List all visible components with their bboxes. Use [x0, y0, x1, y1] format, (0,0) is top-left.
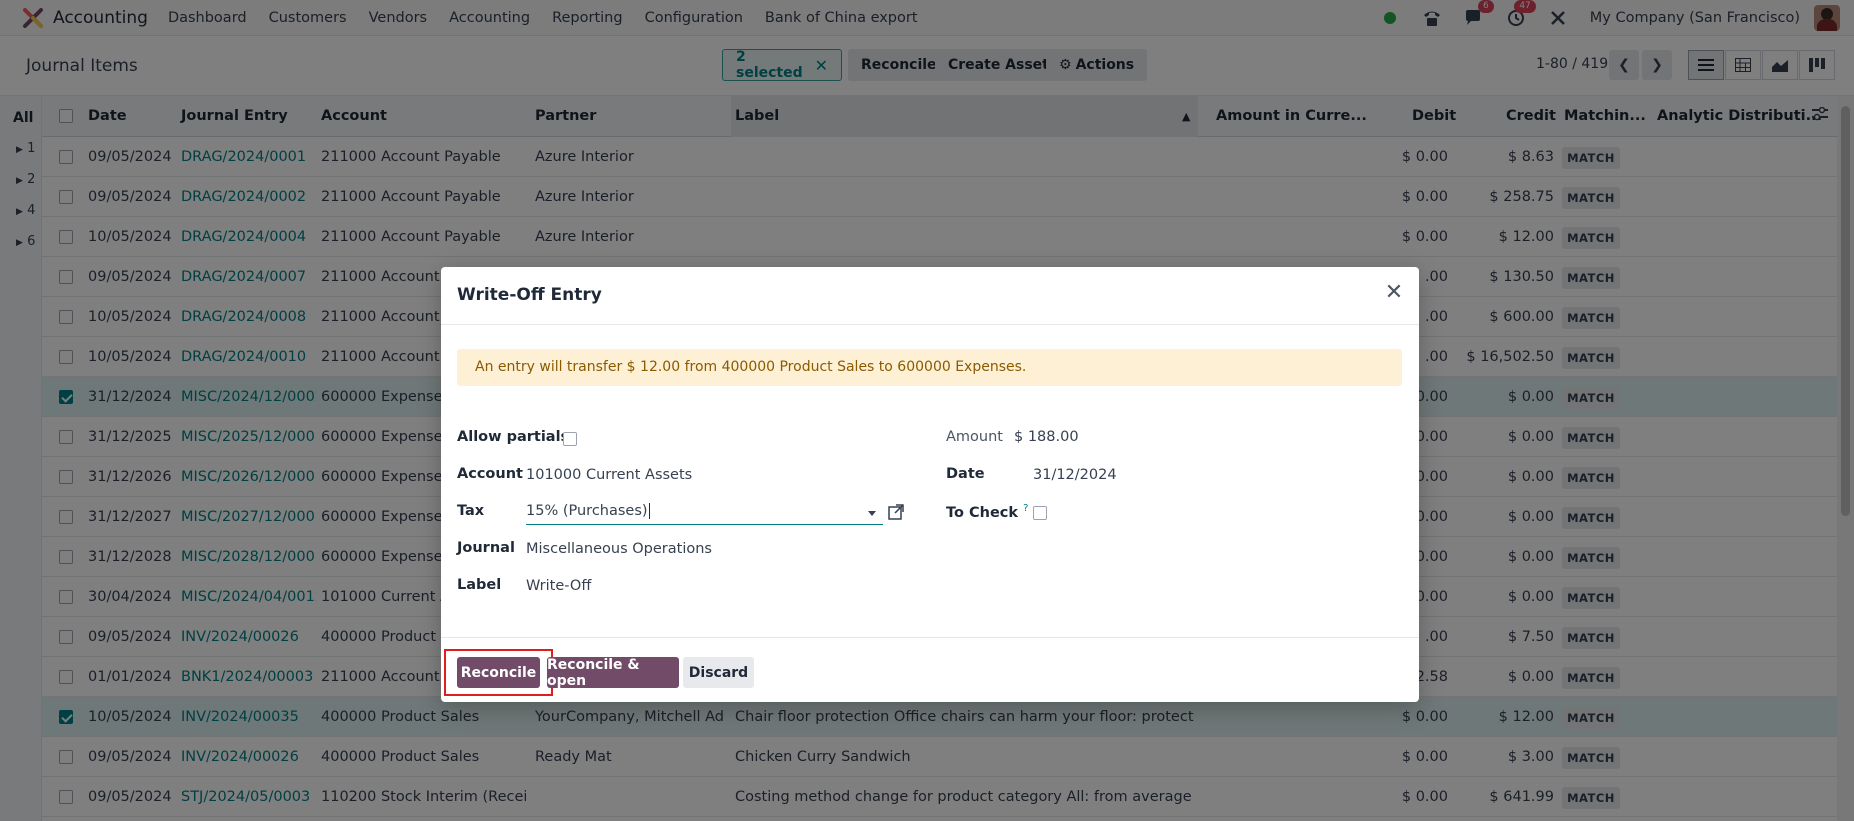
label-label: Label	[457, 577, 502, 593]
journal-label: Journal	[457, 540, 515, 556]
tax-value: 15% (Purchases)	[526, 503, 648, 519]
allow-partials-label: Allow partials	[457, 429, 570, 445]
discard-button[interactable]: Discard	[683, 657, 754, 688]
label-field[interactable]: Write-Off	[526, 578, 591, 594]
to-check-label: To Check ?	[946, 503, 1028, 521]
date-label: Date	[946, 466, 985, 482]
external-link-icon[interactable]	[888, 504, 904, 520]
allow-partials-checkbox[interactable]	[563, 432, 577, 446]
dialog-header: Write-Off Entry ✕	[441, 267, 1419, 325]
account-label: Account	[457, 466, 523, 482]
to-check-label-text: To Check	[946, 504, 1019, 521]
tax-field[interactable]: 15% (Purchases)	[526, 503, 883, 525]
journal-field[interactable]: Miscellaneous Operations	[526, 541, 712, 557]
date-field[interactable]: 31/12/2024	[1033, 467, 1117, 483]
dropdown-caret-icon[interactable]	[868, 511, 876, 516]
dialog-title: Write-Off Entry	[457, 285, 602, 305]
reconcile-and-open-button[interactable]: Reconcile & open	[547, 657, 679, 689]
account-field[interactable]: 101000 Current Assets	[526, 467, 692, 483]
amount-field[interactable]: $ 188.00	[1014, 429, 1079, 445]
close-icon[interactable]: ✕	[1383, 282, 1405, 305]
to-check-checkbox[interactable]	[1033, 506, 1047, 520]
write-off-dialog: Write-Off Entry ✕ An entry will transfer…	[441, 267, 1419, 702]
amount-label: Amount	[946, 429, 1003, 445]
tax-label: Tax	[457, 503, 485, 519]
reconcile-button[interactable]: Reconcile	[457, 657, 540, 688]
dialog-footer: Reconcile Reconcile & open Discard	[441, 637, 1419, 702]
help-tooltip-icon[interactable]: ?	[1023, 503, 1028, 514]
transfer-alert: An entry will transfer $ 12.00 from 4000…	[457, 349, 1402, 386]
